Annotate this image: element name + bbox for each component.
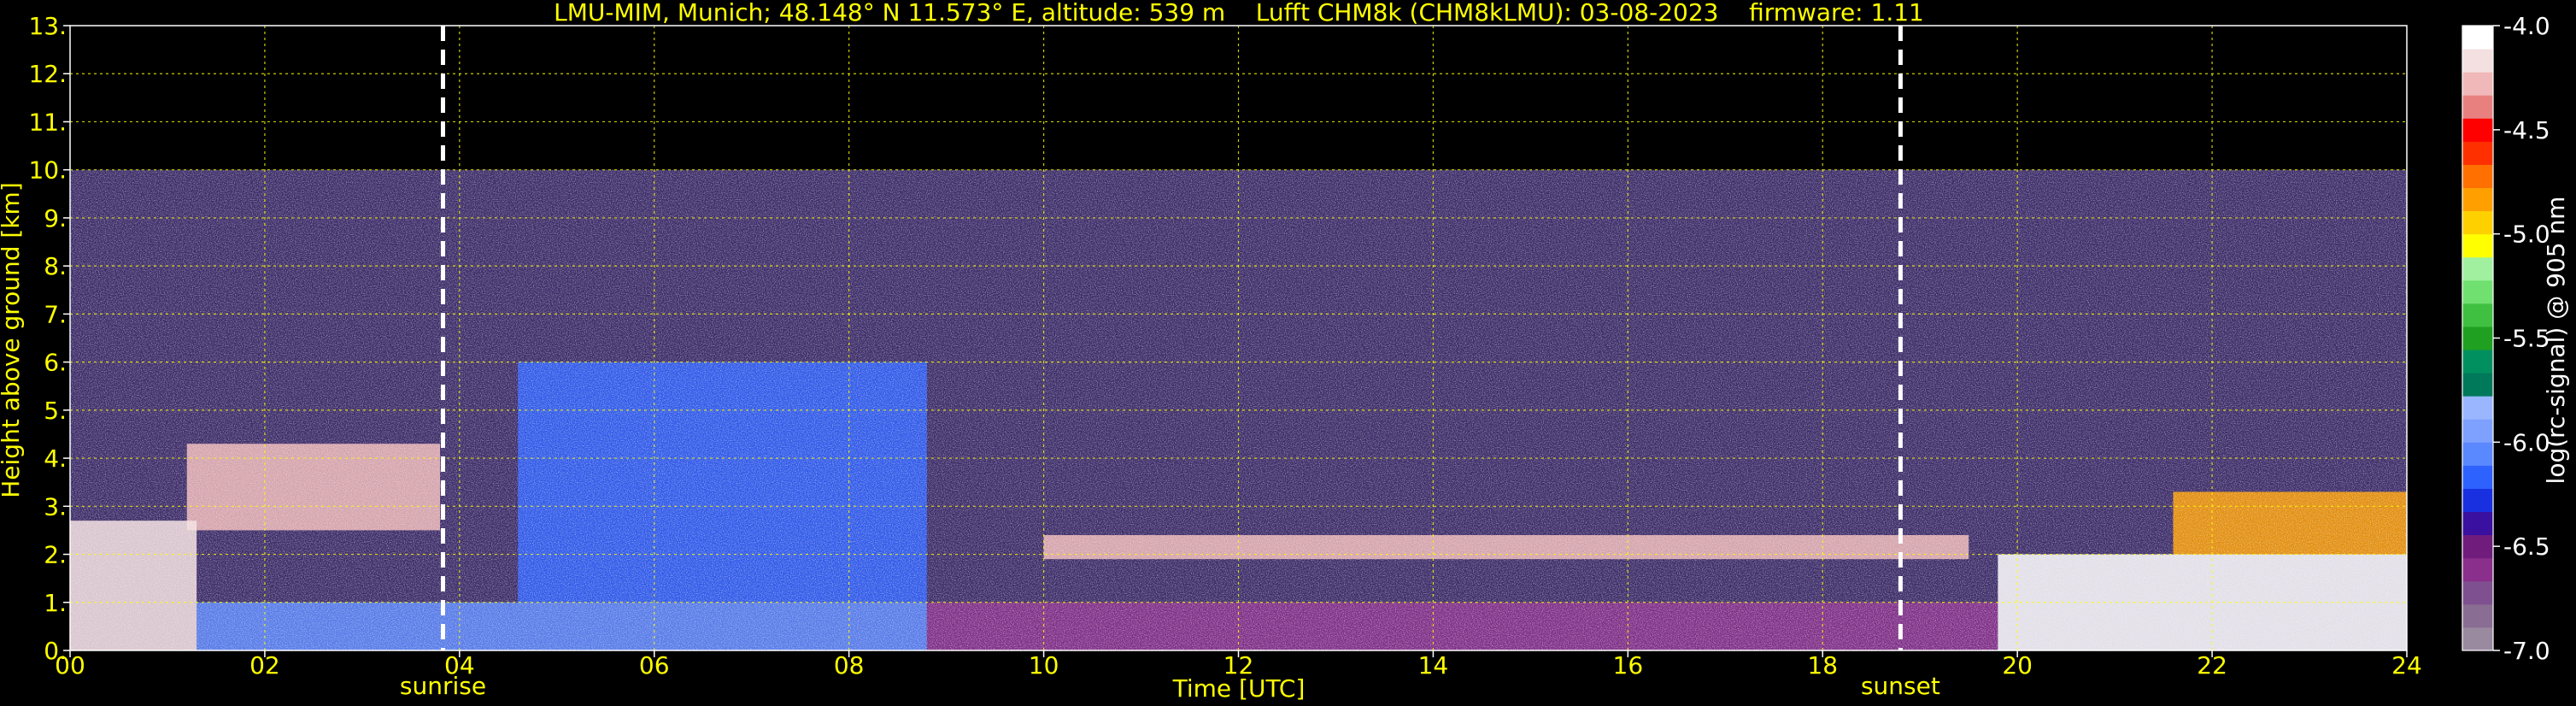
colorbar-tick-label: -4.0 bbox=[2503, 12, 2550, 40]
x-tick-label: 14 bbox=[1418, 651, 1449, 680]
colorbar-segment bbox=[2462, 373, 2493, 397]
colorbar-segment bbox=[2462, 603, 2493, 628]
colorbar-segment bbox=[2462, 442, 2493, 466]
x-tick-label: 04 bbox=[444, 651, 475, 680]
y-tick-label: 11. bbox=[28, 108, 67, 136]
colorbar-segment bbox=[2462, 326, 2493, 350]
colorbar-segment bbox=[2462, 396, 2493, 420]
colorbar-segment bbox=[2462, 118, 2493, 142]
x-tick-label: 08 bbox=[834, 651, 865, 680]
y-tick-label: 7. bbox=[44, 300, 67, 328]
colorbar: -4.0-4.5-5.0-5.5-6.0-6.5-7.0 bbox=[2462, 12, 2550, 665]
colorbar-segment bbox=[2462, 627, 2493, 651]
y-axis: 0. 1. 2. 3. 4. 5. 6. 7. 8. 9. 10. 11. 12. 13. bbox=[28, 12, 70, 665]
y-tick-label: 2. bbox=[44, 541, 67, 569]
colorbar-segment bbox=[2462, 580, 2493, 605]
colorbar-segment bbox=[2462, 303, 2493, 327]
colorbar-segment bbox=[2462, 488, 2493, 513]
colorbar-segment bbox=[2462, 233, 2493, 258]
colorbar-segment bbox=[2462, 256, 2493, 281]
y-tick-label: 0. bbox=[44, 637, 67, 665]
colorbar-segment bbox=[2462, 49, 2493, 73]
colorbar-label: log(rc-signal) @ 905 nm bbox=[2542, 197, 2570, 485]
colorbar-tick-label: -6.5 bbox=[2503, 532, 2550, 561]
y-tick-label: 4. bbox=[44, 444, 67, 473]
x-tick-label: 20 bbox=[2002, 651, 2033, 680]
y-tick-label: 8. bbox=[44, 252, 67, 280]
colorbar-segment bbox=[2462, 187, 2493, 212]
colorbar-segment bbox=[2462, 279, 2493, 304]
x-tick-label: 24 bbox=[2391, 651, 2422, 680]
x-tick-label: 22 bbox=[2197, 651, 2227, 680]
colorbar-segment bbox=[2462, 141, 2493, 165]
colorbar-segment bbox=[2462, 419, 2493, 443]
colorbar-segment bbox=[2462, 95, 2493, 119]
colorbar-segment bbox=[2462, 210, 2493, 235]
colorbar-segment bbox=[2462, 511, 2493, 536]
y-tick-label: 9. bbox=[44, 204, 67, 232]
colorbar-segment bbox=[2462, 350, 2493, 374]
x-tick-label: 02 bbox=[249, 651, 280, 680]
colorbar-segment bbox=[2462, 72, 2493, 96]
x-axis-label: Time [UTC] bbox=[1172, 674, 1306, 703]
colorbar-segment bbox=[2462, 26, 2493, 50]
colorbar-segment bbox=[2462, 557, 2493, 582]
colorbar-tick-label: -7.0 bbox=[2503, 637, 2550, 665]
x-tick-label: 16 bbox=[1613, 651, 1644, 680]
y-tick-label: 13. bbox=[28, 12, 67, 40]
y-tick-label: 3. bbox=[44, 492, 67, 521]
colorbar-segment bbox=[2462, 534, 2493, 559]
y-tick-label: 10. bbox=[28, 156, 67, 185]
x-tick-label: 10 bbox=[1029, 651, 1059, 680]
y-axis-label: Height above ground [km] bbox=[0, 182, 25, 498]
y-tick-label: 5. bbox=[44, 397, 67, 425]
colorbar-segment bbox=[2462, 164, 2493, 189]
marker-label-sunset: sunset bbox=[1861, 672, 1940, 700]
x-tick-label: 06 bbox=[639, 651, 670, 680]
ceilometer-chart: LMU-MIM, Munich; 48.148° N 11.573° E, al… bbox=[0, 0, 2570, 703]
x-tick-label: 18 bbox=[1807, 651, 1838, 680]
colorbar-tick-label: -4.5 bbox=[2503, 116, 2550, 144]
chart-title: LMU-MIM, Munich; 48.148° N 11.573° E, al… bbox=[554, 0, 1924, 26]
y-tick-label: 6. bbox=[44, 349, 67, 377]
y-tick-label: 1. bbox=[44, 589, 67, 617]
y-tick-label: 12. bbox=[28, 60, 67, 88]
colorbar-segment bbox=[2462, 465, 2493, 489]
